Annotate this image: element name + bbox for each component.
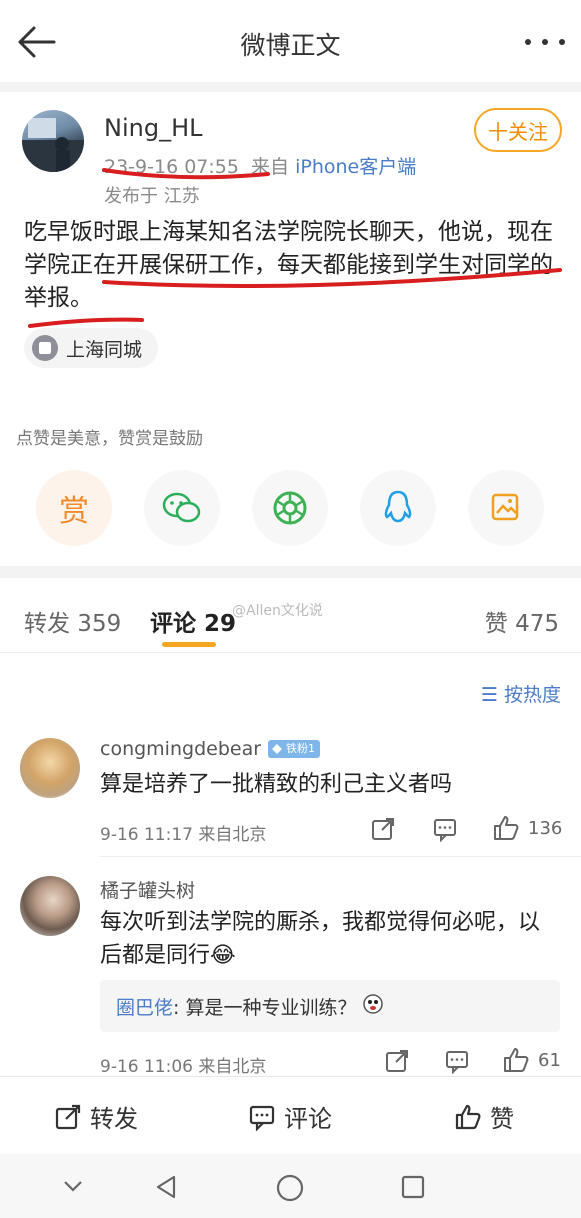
watermark: @Allen文化说 xyxy=(232,603,323,619)
fan-badge: 铁粉1 xyxy=(268,740,320,758)
comment-text: 算是培养了一批精致的利己主义者吗 xyxy=(100,772,453,797)
comment-like-button[interactable]: 61 xyxy=(502,1046,561,1074)
divider xyxy=(0,566,581,578)
reply-text: : 算是一种专业训练？ xyxy=(173,996,357,1019)
bottom-action-bar: 转发 评论 赞 xyxy=(0,1076,581,1154)
reply-preview[interactable]: 圈巴佬 : 算是一种专业训练？ xyxy=(100,980,560,1032)
commenter-avatar[interactable] xyxy=(20,876,80,936)
nav-recents-icon[interactable] xyxy=(400,1174,426,1204)
tab-comment[interactable]: 评论 29 xyxy=(150,604,236,638)
tab-repost[interactable]: 转发 359 xyxy=(24,604,121,638)
comment-like-button[interactable]: 136 xyxy=(492,814,562,842)
comment-button[interactable]: 评论 xyxy=(248,1099,332,1134)
sort-icon: ☰ xyxy=(480,684,498,706)
commenter-avatar[interactable] xyxy=(20,738,80,798)
sort-by-hot-button[interactable]: ☰ 按热度 xyxy=(481,680,561,707)
reward-button[interactable]: 赏 xyxy=(36,470,112,546)
active-tab-indicator xyxy=(162,642,216,647)
divider xyxy=(0,652,581,653)
red-annotation-underlines xyxy=(28,168,562,328)
chevron-down-icon[interactable] xyxy=(60,1174,86,1202)
comment-text: 每次听到法学院的厮杀，我都觉得何必呢，以后都是同行😂 xyxy=(100,910,541,968)
reply-author[interactable]: 圈巴佬 xyxy=(116,993,173,1020)
location-topic-tag[interactable]: 上海同城 xyxy=(24,328,159,368)
building-icon xyxy=(32,335,58,361)
comment-icon xyxy=(249,1105,275,1131)
share-comment-icon[interactable] xyxy=(384,1048,410,1074)
comment-time: 9-16 11:17 来自北京 xyxy=(100,825,267,845)
save-image-icon[interactable] xyxy=(468,470,544,546)
wechat-icon[interactable] xyxy=(144,470,220,546)
share-buttons-row: 赏 xyxy=(36,470,546,546)
comment-time: 9-16 11:06 来自北京 xyxy=(100,1057,267,1077)
commenter-name[interactable]: 橘子罐头树 xyxy=(100,876,195,903)
like-count: 61 xyxy=(538,1049,561,1071)
nav-back-icon[interactable] xyxy=(154,1174,180,1204)
divider xyxy=(100,856,581,857)
reply-comment-icon[interactable] xyxy=(444,1048,470,1074)
repost-button[interactable]: 转发 xyxy=(54,1099,138,1134)
repost-label: 转发 xyxy=(90,1105,138,1133)
tag-label: 上海同城 xyxy=(66,338,143,361)
reply-comment-icon[interactable] xyxy=(432,816,458,842)
thumbs-up-icon xyxy=(455,1104,481,1129)
tab-like[interactable]: 赞 475 xyxy=(485,604,559,638)
nav-home-icon[interactable] xyxy=(276,1174,304,1206)
emoji-icon xyxy=(362,993,384,1020)
system-navigation-bar xyxy=(0,1154,581,1218)
like-label: 赞 xyxy=(490,1105,514,1133)
qq-icon[interactable] xyxy=(360,470,436,546)
comment-label: 评论 xyxy=(284,1105,332,1133)
like-button[interactable]: 赞 xyxy=(454,1099,514,1134)
thumbs-up-icon xyxy=(504,1048,529,1072)
reward-caption: 点赞是美意，赞赏是鼓励 xyxy=(16,429,203,449)
commenter-name[interactable]: congmingdebear xyxy=(100,738,261,760)
repost-icon xyxy=(55,1104,81,1129)
moments-icon[interactable] xyxy=(252,470,328,546)
share-comment-icon[interactable] xyxy=(370,816,396,842)
thumbs-up-icon xyxy=(494,816,519,840)
like-count: 136 xyxy=(528,817,563,839)
sort-label: 按热度 xyxy=(503,684,561,706)
